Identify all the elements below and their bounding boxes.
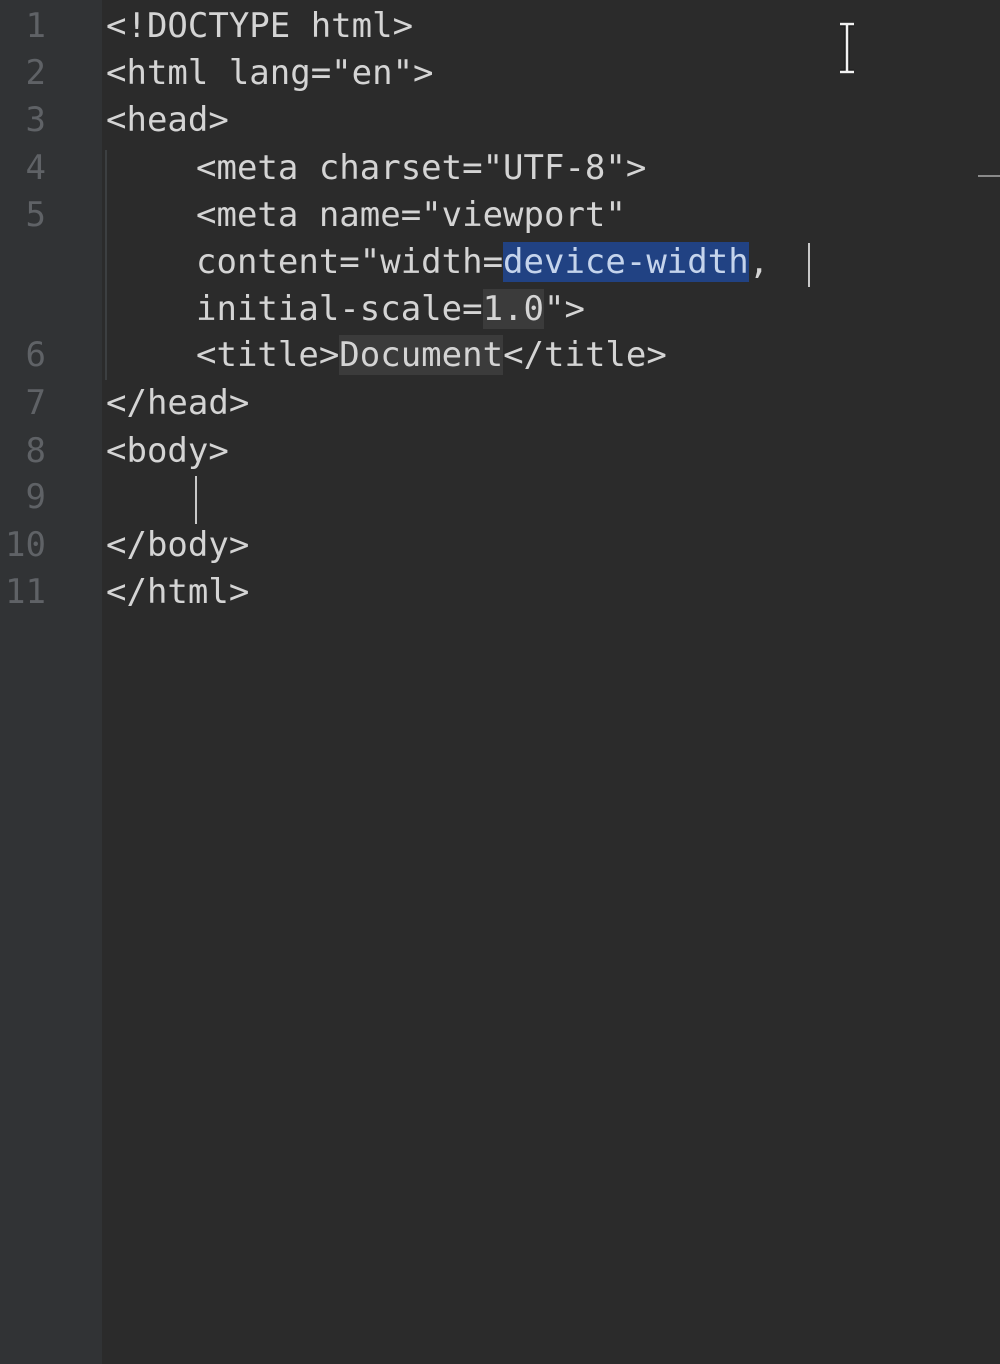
scrollbar-marker[interactable] xyxy=(978,175,1000,177)
line-number: 3 xyxy=(25,100,46,140)
code-line[interactable]: <meta charset="UTF-8"> xyxy=(196,145,646,192)
line-number: 2 xyxy=(25,53,46,93)
code-line[interactable]: <meta name="viewport" xyxy=(196,192,626,239)
line-number: 8 xyxy=(25,431,46,471)
highlighted-text: 1.0 xyxy=(482,289,544,329)
indent-guide xyxy=(105,150,107,380)
line-number: 7 xyxy=(25,383,46,423)
line-number: 9 xyxy=(25,477,46,517)
text-cursor-icon xyxy=(840,22,854,74)
code-line[interactable]: <body> xyxy=(106,428,229,475)
line-number: 1 xyxy=(25,6,46,46)
line-number: 10 xyxy=(5,525,46,565)
selection-caret xyxy=(808,243,810,287)
line-number-gutter: 1 2 3 4 5 6 7 8 9 10 11 xyxy=(0,0,102,1364)
code-text: content="width= xyxy=(196,242,504,282)
line-number: 11 xyxy=(5,572,46,612)
line-number: 6 xyxy=(25,335,46,375)
line-number: 5 xyxy=(25,195,46,235)
code-text: <title> xyxy=(196,335,340,375)
text-caret xyxy=(195,476,197,524)
code-line[interactable]: <title>Document</title> xyxy=(196,332,667,379)
code-text: "> xyxy=(544,289,585,329)
code-line[interactable]: <!DOCTYPE html> xyxy=(106,3,413,50)
code-line[interactable]: <html lang="en"> xyxy=(106,50,434,97)
code-text: initial-scale= xyxy=(196,289,483,329)
code-line[interactable]: <head> xyxy=(106,97,229,144)
code-text: </title> xyxy=(503,335,667,375)
highlighted-text: Document xyxy=(339,335,504,375)
code-line[interactable]: initial-scale=1.0"> xyxy=(196,286,585,333)
code-line[interactable]: </body> xyxy=(106,522,249,569)
code-line[interactable]: </head> xyxy=(106,380,249,427)
line-number: 4 xyxy=(25,148,46,188)
selected-text: device-width xyxy=(503,242,749,282)
code-line[interactable]: </html> xyxy=(106,569,249,616)
code-line[interactable]: content="width=device-width, xyxy=(196,239,769,286)
code-text: , xyxy=(748,242,770,282)
code-editor[interactable]: 1 2 3 4 5 6 7 8 9 10 11 <!DOCTYPE html> … xyxy=(0,0,1000,1364)
